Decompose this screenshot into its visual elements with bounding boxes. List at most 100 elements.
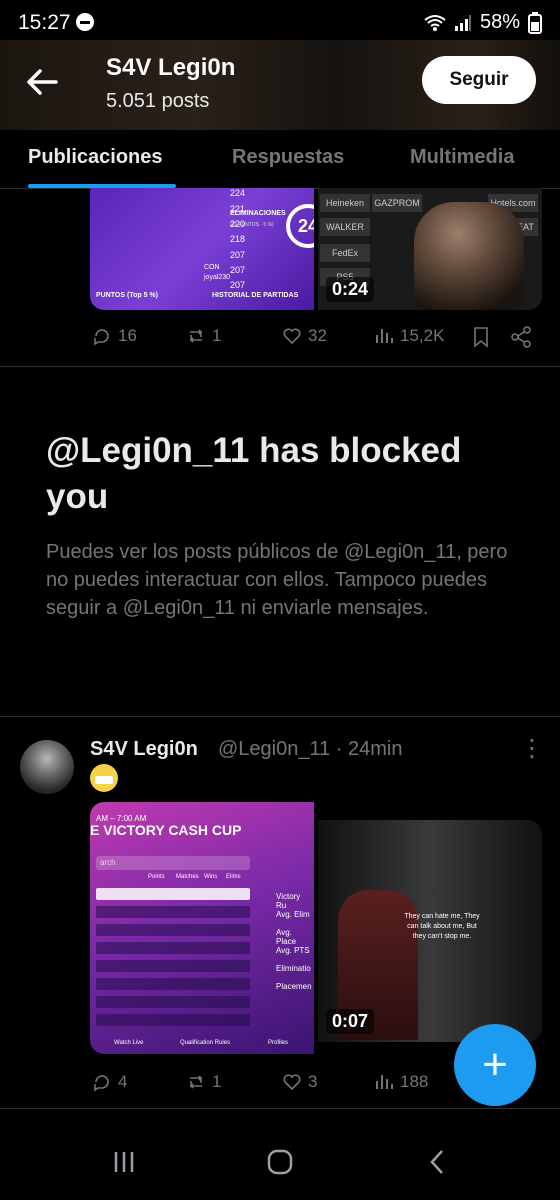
divider [0, 716, 560, 717]
cup-search: arch [96, 856, 250, 870]
cup-row [96, 942, 250, 954]
post1-media-left[interactable]: 224 221 220 218 207 207 207 ELIMINACIONE… [90, 188, 314, 310]
avatar[interactable] [20, 740, 74, 794]
home-icon[interactable] [260, 1142, 300, 1182]
cup-qualification: Qualification Rules [180, 1040, 231, 1046]
con-user: joyal230 [204, 274, 231, 281]
history-label: HISTORIAL DE PARTIDAS [212, 292, 299, 299]
cup-profiles: Profiles [268, 1040, 289, 1046]
points-label: PUNTOS (Top 5 %) [96, 292, 158, 299]
cup-row [96, 906, 250, 918]
like-icon [283, 328, 301, 345]
back-icon[interactable] [418, 1142, 458, 1182]
compose-button[interactable]: + [454, 1024, 536, 1106]
cup-col-matches: Matches [176, 874, 199, 880]
views-icon [376, 1075, 393, 1089]
follow-button[interactable]: Seguir [422, 56, 536, 104]
eliminations-value: 24 [286, 204, 314, 248]
post-handle[interactable]: @Legi0n_11 [218, 738, 330, 760]
blocked-description: Puedes ver los posts públicos de @Legi0n… [46, 541, 508, 619]
repost-count: 1 [212, 326, 222, 345]
post2-media-right[interactable]: They can hate me, They can talk about me… [318, 820, 542, 1042]
tab-multimedia[interactable]: Multimedia [410, 146, 514, 169]
score-row: 218 [230, 234, 246, 244]
cup-row [96, 960, 250, 972]
share-icon[interactable] [510, 326, 532, 348]
reply-count: 4 [118, 1072, 128, 1091]
reply-icon [94, 1075, 109, 1092]
cup-col-wins: Wins [204, 874, 218, 880]
back-arrow-icon[interactable] [22, 62, 62, 102]
cup-side-label: Avg. PTS [276, 946, 310, 955]
battery-percent: 58% [479, 11, 520, 33]
video-duration: 0:07 [326, 1009, 375, 1034]
eliminations-sub: (11 PUNTOS · 5 %) [230, 222, 274, 228]
repost-icon [189, 329, 203, 343]
eliminations-label: ELIMINACIONES [230, 210, 286, 217]
post1-media-right[interactable]: Heineken Hotels.com GAZPROM WALKER FedEx… [318, 188, 542, 310]
score-row: 207 [230, 265, 246, 275]
like-count: 32 [308, 326, 327, 345]
cup-row [96, 924, 250, 936]
plus-icon: + [482, 1040, 508, 1089]
cup-side-label: Avg. Elim [276, 910, 310, 919]
cup-row [96, 888, 250, 900]
sponsor-logo: GAZPROM [372, 194, 422, 212]
player-image [414, 202, 524, 310]
like-icon [283, 1074, 301, 1091]
con-label: CON [204, 264, 220, 271]
battery-icon [528, 11, 542, 34]
cup-side-label: Victory Ru [276, 892, 301, 910]
video-quote: They can hate me, They can talk about me… [404, 913, 480, 940]
signal-icon [454, 14, 471, 31]
cup-row [96, 996, 250, 1008]
repost-count: 1 [212, 1072, 222, 1091]
do-not-disturb-icon [76, 13, 94, 31]
cup-row [96, 1014, 250, 1026]
divider [0, 1108, 560, 1109]
like-count: 3 [308, 1072, 318, 1091]
cup-title: E VICTORY CASH CUP [90, 822, 242, 838]
post-meta: @Legi0n_11 · 24min [218, 738, 403, 761]
post2-media-left[interactable]: AM – 7:00 AM E VICTORY CASH CUP arch Poi… [90, 802, 314, 1054]
repost-button[interactable]: 1 [186, 326, 221, 346]
views-count: 15,2K [400, 326, 445, 345]
profile-tabs: Publicaciones Respuestas Multimedia [0, 130, 560, 189]
sponsor-logo: FedEx [320, 244, 370, 262]
views-count: 188 [400, 1072, 429, 1091]
video-duration: 0:24 [326, 277, 375, 302]
cup-side-label: Eliminatio [276, 964, 311, 973]
more-icon[interactable]: ⋮ [520, 734, 544, 763]
reply-button[interactable]: 16 [92, 326, 137, 346]
post-author-name[interactable]: S4V Legi0n [90, 738, 198, 761]
post-time: · 24min [335, 738, 403, 760]
score-row: 207 [230, 280, 246, 290]
cup-watch-live: Watch Live [114, 1040, 144, 1046]
tab-respuestas[interactable]: Respuestas [232, 146, 344, 169]
like-button[interactable]: 3 [282, 1072, 317, 1092]
score-row: 224 [230, 188, 246, 198]
repost-button[interactable]: 1 [186, 1072, 221, 1092]
reply-button[interactable]: 4 [92, 1072, 127, 1092]
recent-apps-icon[interactable] [104, 1142, 144, 1182]
like-button[interactable]: 32 [282, 326, 327, 346]
tab-publicaciones[interactable]: Publicaciones [28, 146, 163, 169]
cup-col-points: Points [148, 874, 165, 880]
emoji-icon [90, 764, 118, 792]
status-time: 15:27 [18, 11, 71, 34]
cup-side-label: Avg. Place [276, 928, 297, 946]
reply-icon [94, 329, 109, 346]
system-nav-bar [0, 1120, 560, 1200]
views-icon [376, 329, 393, 343]
sponsor-logo: WALKER [320, 218, 370, 236]
cup-side-label: Placemen [276, 982, 312, 991]
bookmark-icon[interactable] [472, 326, 490, 348]
status-right: 58% [424, 11, 542, 34]
views-button[interactable]: 15,2K [374, 326, 444, 346]
profile-name: S4V Legi0n [106, 54, 236, 81]
reply-count: 16 [118, 326, 137, 345]
sponsor-logo: Heineken [320, 194, 370, 212]
score-row: 207 [230, 250, 246, 260]
views-button[interactable]: 188 [374, 1072, 428, 1092]
posts-count: 5.051 posts [106, 90, 210, 112]
